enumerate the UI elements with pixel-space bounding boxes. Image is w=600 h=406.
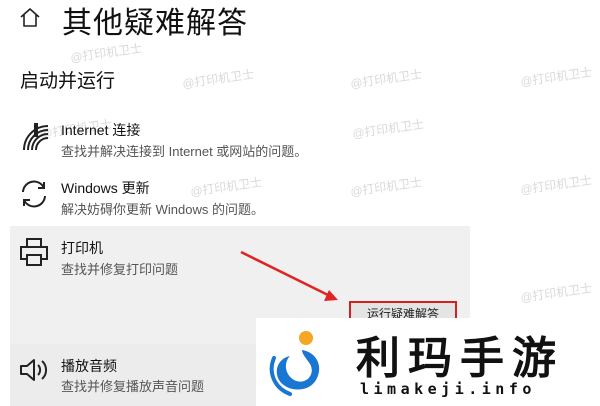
item-desc: 解决妨碍你更新 Windows 的问题。: [61, 202, 264, 217]
watermark-text: @打印机卫士: [349, 67, 423, 91]
printer-icon: [20, 238, 48, 266]
wifi-icon: [23, 123, 49, 151]
watermark-text: @打印机卫士: [519, 173, 593, 197]
item-title: 播放音频: [61, 358, 117, 374]
watermark-text: @打印机卫士: [181, 67, 255, 91]
logo-chinese-text: 利玛手游: [356, 333, 564, 384]
section-title: 启动并运行: [20, 71, 116, 92]
item-title: Internet 连接: [61, 122, 141, 138]
item-desc: 查找并修复播放声音问题: [61, 379, 205, 394]
watermark-text: @打印机卫士: [519, 65, 593, 89]
refresh-icon: [22, 180, 46, 208]
page-title: 其他疑难解答: [62, 7, 248, 40]
watermark-text: @打印机卫士: [69, 41, 143, 65]
brand-logo-icon: [269, 331, 320, 396]
item-title: 打印机: [61, 240, 103, 256]
logo-overlay: 利玛手游 limakeji.info: [256, 318, 600, 406]
watermark-text: @打印机卫士: [519, 281, 593, 305]
logo-domain-text: limakeji.info: [360, 380, 536, 398]
item-desc: 查找并解决连接到 Internet 或网站的问题。: [61, 144, 308, 159]
troubleshooter-internet[interactable]: Internet 连接 查找并解决连接到 Internet 或网站的问题。: [10, 120, 470, 164]
speaker-icon: [20, 359, 48, 381]
item-title: Windows 更新: [61, 180, 150, 196]
item-desc: 查找并修复打印问题: [61, 262, 179, 277]
troubleshooter-audio[interactable]: 播放音频 查找并修复播放声音问题: [10, 344, 260, 406]
troubleshooter-windows-update[interactable]: Windows 更新 解决妨碍你更新 Windows 的问题。: [10, 178, 470, 222]
home-icon[interactable]: [18, 6, 42, 30]
